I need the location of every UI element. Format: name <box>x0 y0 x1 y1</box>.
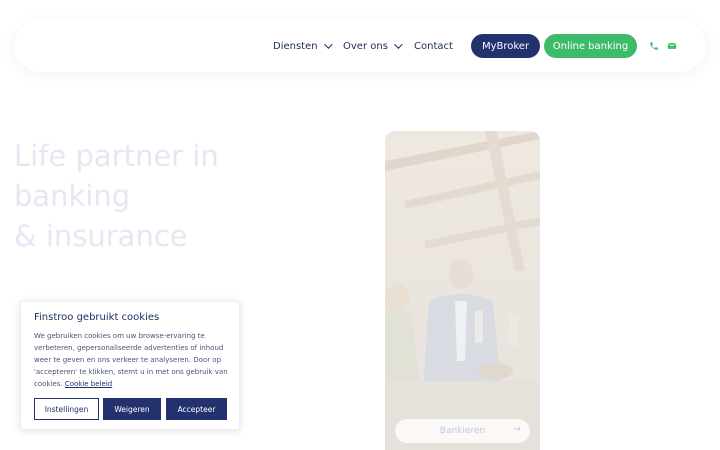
nav-item-diensten[interactable]: Diensten <box>273 20 333 72</box>
cookie-settings-button[interactable]: Instellingen <box>34 398 99 420</box>
nav-item-contact[interactable]: Contact <box>414 20 453 72</box>
hero-title-line2: & insurance <box>14 219 188 253</box>
hero-title-line1: Life partner in banking <box>14 139 219 213</box>
cookie-title: Finstroo gebruikt cookies <box>34 312 160 323</box>
chevron-down-icon <box>323 40 333 49</box>
nav-item-label: Contact <box>414 40 453 52</box>
cookie-reject-button[interactable]: Weigeren <box>103 398 161 420</box>
header-navbar: Diensten Over ons Contact MyBroker Onlin… <box>14 20 706 72</box>
phone-icon[interactable] <box>647 39 661 53</box>
cookie-banner: Finstroo gebruikt cookies We gebruiken c… <box>20 301 240 430</box>
cookie-text: We gebruiken cookies om uw browse-ervari… <box>34 330 232 390</box>
mybroker-button[interactable]: MyBroker <box>471 34 540 58</box>
nav-item-label: Diensten <box>273 40 318 52</box>
mail-icon[interactable] <box>665 39 679 53</box>
nav-item-over-ons[interactable]: Over ons <box>343 20 403 72</box>
cookie-accept-button[interactable]: Accepteer <box>166 398 227 420</box>
bankieren-label: Bankieren <box>439 426 486 436</box>
cookie-description: We gebruiken cookies om uw browse-ervari… <box>34 332 228 388</box>
hero-title: Life partner in banking & insurance <box>14 136 344 256</box>
bankieren-button[interactable]: Bankieren → <box>395 419 530 443</box>
cookie-policy-link[interactable]: Cookie beleid <box>65 380 112 388</box>
online-banking-button[interactable]: Online banking <box>544 34 637 58</box>
hero-photo <box>385 131 540 450</box>
chevron-down-icon <box>394 40 403 49</box>
arrow-right-icon: → <box>512 424 521 435</box>
nav-item-label: Over ons <box>343 40 388 52</box>
